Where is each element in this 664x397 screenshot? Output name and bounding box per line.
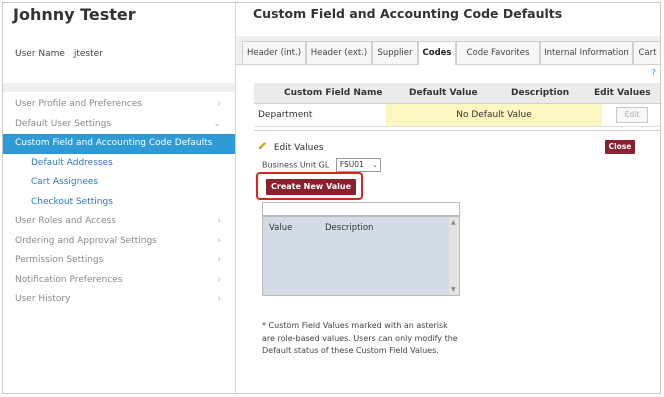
col-header-custom-field-name: Custom Field Name: [284, 88, 383, 98]
sidebar-nav: User Profile and Preferences › Default U…: [3, 95, 235, 310]
table-header: Custom Field Name Default Value Descript…: [254, 83, 660, 104]
pencil-icon: [258, 142, 270, 153]
sidebar-item-label: Default User Settings: [15, 118, 112, 129]
app-window: Johnny Tester User Name jtester User Pro…: [2, 2, 661, 394]
user-display-name: Johnny Tester: [13, 5, 136, 24]
sidebar-item-label: Checkout Settings: [31, 196, 113, 207]
role-based-note: * Custom Field Values marked with an ast…: [262, 321, 458, 355]
edit-values-label: Edit Values: [273, 143, 324, 153]
sidebar-item-permission-settings[interactable]: Permission Settings ›: [3, 251, 235, 271]
business-unit-value: FSU01: [339, 160, 364, 169]
chevron-right-icon: ›: [217, 294, 221, 304]
sidebar-item-user-history[interactable]: User History ›: [3, 290, 235, 310]
sidebar-item-label: User Profile and Preferences: [15, 99, 142, 109]
sidebar-item-label: Default Addresses: [31, 157, 113, 168]
chevron-right-icon: ›: [217, 235, 221, 246]
username-value: jtester: [73, 49, 103, 59]
list-header-value: Value: [269, 223, 293, 233]
scroll-down-icon[interactable]: ▼: [451, 286, 456, 293]
tab-internal-information[interactable]: Internal Information: [540, 41, 633, 64]
listbox-scrollbar[interactable]: ▲ ▼: [449, 217, 459, 295]
sidebar-item-label: Cart Assignees: [31, 177, 99, 187]
tab-cart[interactable]: Cart: [633, 41, 660, 64]
edit-values-panel: Edit Values Close Business Unit GL FSU01…: [254, 130, 660, 393]
value-filter-input[interactable]: [262, 202, 460, 216]
main-panel: Custom Field and Accounting Code Default…: [236, 3, 660, 393]
sidebar-item-ordering-approval[interactable]: Ordering and Approval Settings ›: [3, 232, 235, 252]
tab-header-ext[interactable]: Header (ext.): [306, 41, 372, 64]
page-title: Custom Field and Accounting Code Default…: [253, 6, 563, 21]
sidebar-item-custom-field-defaults[interactable]: Custom Field and Accounting Code Default…: [3, 134, 235, 154]
default-value-cell: No Default Value: [386, 104, 602, 126]
sidebar-item-notification-preferences[interactable]: Notification Preferences ›: [3, 271, 235, 291]
scroll-up-icon[interactable]: ▲: [451, 219, 456, 226]
col-header-description: Description: [511, 88, 570, 98]
table-row: Department No Default Value Edit: [254, 104, 660, 127]
sidebar-item-label: User Roles and Access: [15, 216, 116, 226]
chevron-right-icon: ›: [217, 216, 221, 226]
custom-field-name: Department: [258, 110, 313, 120]
sidebar-item-label: Notification Preferences: [15, 274, 123, 285]
col-header-default-value: Default Value: [409, 88, 478, 98]
help-icon[interactable]: ?: [652, 68, 656, 77]
create-new-value-button[interactable]: Create New Value: [266, 179, 356, 195]
tab-bar: Header (int.) Header (ext.) Supplier Cod…: [236, 36, 660, 65]
tab-supplier[interactable]: Supplier: [372, 41, 418, 64]
username-label: User Name: [15, 49, 65, 59]
sidebar-item-default-addresses[interactable]: Default Addresses: [3, 154, 235, 174]
business-unit-row: Business Unit GL FSU01 ⌄: [262, 158, 381, 172]
sidebar-item-cart-assignees[interactable]: Cart Assignees: [3, 173, 235, 193]
default-value-text: No Default Value: [456, 110, 532, 120]
tab-header-int[interactable]: Header (int.): [242, 41, 306, 64]
sidebar-item-label: Permission Settings: [15, 255, 104, 265]
chevron-down-icon: ⌄: [371, 161, 378, 169]
sidebar-item-label: Custom Field and Accounting Code Default…: [15, 138, 213, 148]
edit-values-title: Edit Values: [258, 141, 324, 153]
business-unit-select[interactable]: FSU01 ⌄: [335, 158, 381, 172]
values-listbox[interactable]: Value Description ▲ ▼: [262, 216, 460, 296]
tab-code-favorites[interactable]: Code Favorites: [456, 41, 540, 64]
chevron-down-icon: ⌄: [213, 118, 221, 129]
sidebar-item-default-user-settings[interactable]: Default User Settings ⌄: [3, 115, 235, 135]
business-unit-label: Business Unit GL: [262, 160, 330, 170]
sidebar-item-user-roles[interactable]: User Roles and Access ›: [3, 212, 235, 232]
close-button[interactable]: Close: [605, 140, 635, 154]
col-header-edit-values: Edit Values: [594, 88, 651, 98]
sidebar: Johnny Tester User Name jtester User Pro…: [3, 3, 236, 393]
tab-codes[interactable]: Codes: [418, 41, 456, 65]
sidebar-item-label: Ordering and Approval Settings: [15, 235, 157, 246]
username-row: User Name jtester: [15, 49, 103, 59]
chevron-right-icon: ›: [217, 274, 221, 285]
chevron-right-icon: ›: [217, 99, 221, 109]
chevron-right-icon: ›: [217, 255, 221, 265]
edit-button[interactable]: Edit: [616, 107, 648, 123]
sidebar-item-user-profile[interactable]: User Profile and Preferences ›: [3, 95, 235, 115]
list-header-description: Description: [325, 223, 374, 233]
sidebar-item-checkout-settings[interactable]: Checkout Settings: [3, 193, 235, 213]
sidebar-item-label: User History: [15, 294, 71, 304]
custom-field-table: Custom Field Name Default Value Descript…: [254, 83, 660, 127]
sidebar-divider: [3, 83, 235, 92]
